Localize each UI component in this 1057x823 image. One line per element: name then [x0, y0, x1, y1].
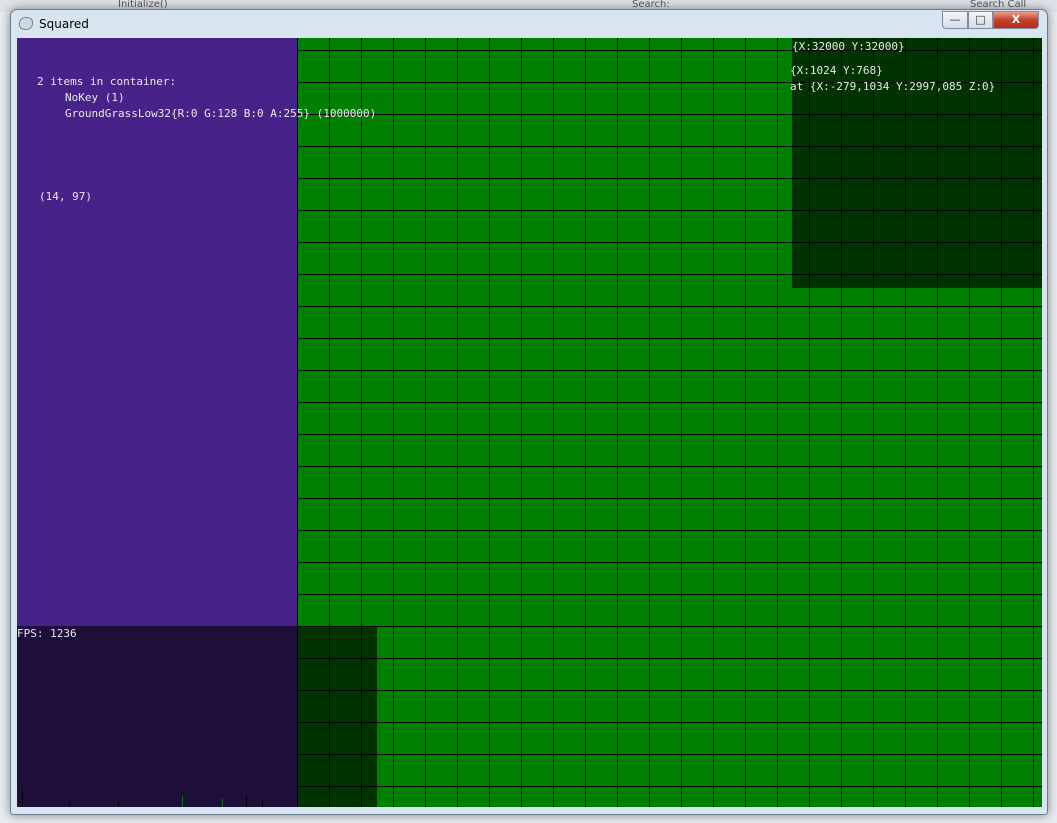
frame-time-bar — [222, 799, 223, 807]
inspector-panel: 2 items in container: NoKey (1) GroundGr… — [17, 38, 376, 626]
frame-time-bar — [22, 791, 23, 807]
fps-readout: FPS: 1236 — [17, 627, 77, 640]
fps-panel: FPS: 1236 — [17, 626, 297, 807]
cursor-coords: (14, 97) — [39, 190, 92, 203]
title-bar[interactable]: Squared — □ X — [11, 10, 1047, 38]
squared-window: Squared — □ X 2 items in container: NoKe… — [10, 9, 1048, 815]
frame-time-bar — [262, 799, 263, 807]
frame-time-bar — [246, 795, 247, 807]
viewport-size: {X:1024 Y:768} — [790, 64, 883, 77]
graph-shade — [297, 626, 377, 807]
window-title: Squared — [39, 17, 89, 31]
minimize-button[interactable]: — — [942, 11, 968, 29]
close-button[interactable]: X — [993, 11, 1039, 29]
frame-time-bar — [118, 802, 119, 807]
container-header: 2 items in container: — [37, 75, 177, 88]
container-item: NoKey (1) — [65, 91, 125, 104]
frame-time-bar — [182, 796, 183, 807]
world-size: {X:32000 Y:32000} — [792, 40, 905, 53]
maximize-button[interactable]: □ — [968, 11, 993, 29]
frame-time-bar — [69, 804, 70, 807]
game-viewport[interactable]: 2 items in container: NoKey (1) GroundGr… — [17, 38, 1042, 807]
camera-position: at {X:-279,1034 Y:2997,085 Z:0} — [790, 80, 996, 93]
gamepad-icon — [19, 17, 33, 30]
container-item: GroundGrassLow32{R:0 G:128 B:0 A:255} (1… — [65, 107, 377, 120]
